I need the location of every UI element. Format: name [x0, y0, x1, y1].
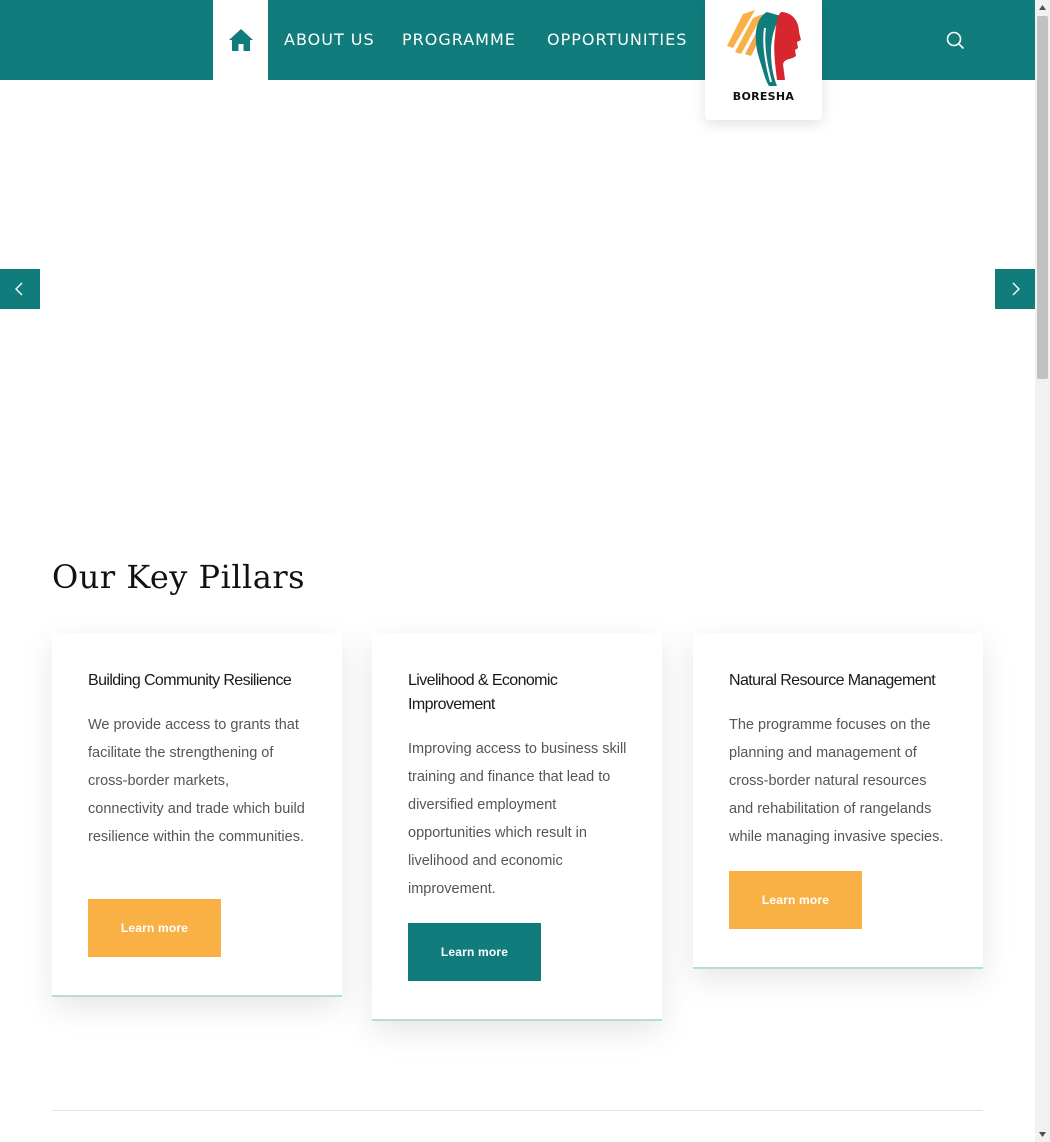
chevron-right-icon	[1012, 282, 1020, 296]
scroll-up-icon[interactable]	[1038, 3, 1047, 13]
nav-about-us[interactable]: ABOUT US	[284, 29, 375, 51]
card-text: We provide access to grants that facilit…	[88, 717, 305, 845]
boresha-logo-icon	[727, 10, 801, 86]
search-button[interactable]	[944, 29, 966, 51]
pillar-card: Building Community Resilience We provide…	[52, 633, 342, 997]
card-title: Natural Resource Management	[729, 672, 936, 689]
logo-text: BORESHA	[732, 90, 795, 103]
learn-more-button[interactable]: Learn more	[729, 871, 862, 929]
section-title: Our Key Pillars	[52, 558, 306, 596]
card-title: Building Community Resilience	[88, 672, 292, 689]
scrollbar-thumb[interactable]	[1037, 16, 1048, 379]
card-title: Livelihood & Economic Improvement	[408, 672, 558, 713]
site-logo[interactable]: BORESHA	[705, 0, 822, 120]
home-icon	[228, 29, 253, 51]
slider-next-button[interactable]	[995, 269, 1035, 309]
home-button[interactable]	[213, 0, 268, 80]
pillar-card: Livelihood & Economic Improvement Improv…	[372, 633, 662, 1021]
learn-more-button[interactable]: Learn more	[408, 923, 541, 981]
section-divider	[52, 1110, 983, 1111]
learn-more-button[interactable]: Learn more	[88, 899, 221, 957]
nav-opportunities[interactable]: OPPORTUNITIES	[547, 29, 687, 51]
card-text: The programme focuses on the planning an…	[729, 717, 944, 845]
slider-prev-button[interactable]	[0, 269, 40, 309]
pillar-card: Natural Resource Management The programm…	[693, 633, 983, 969]
nav-programme[interactable]: PROGRAMME	[402, 29, 516, 51]
scroll-down-icon[interactable]	[1038, 1129, 1047, 1139]
card-text: Improving access to business skill train…	[408, 741, 627, 897]
chevron-left-icon	[15, 282, 23, 296]
search-icon	[946, 31, 964, 49]
top-navbar: ABOUT US PROGRAMME OPPORTUNITIES	[0, 0, 1035, 80]
